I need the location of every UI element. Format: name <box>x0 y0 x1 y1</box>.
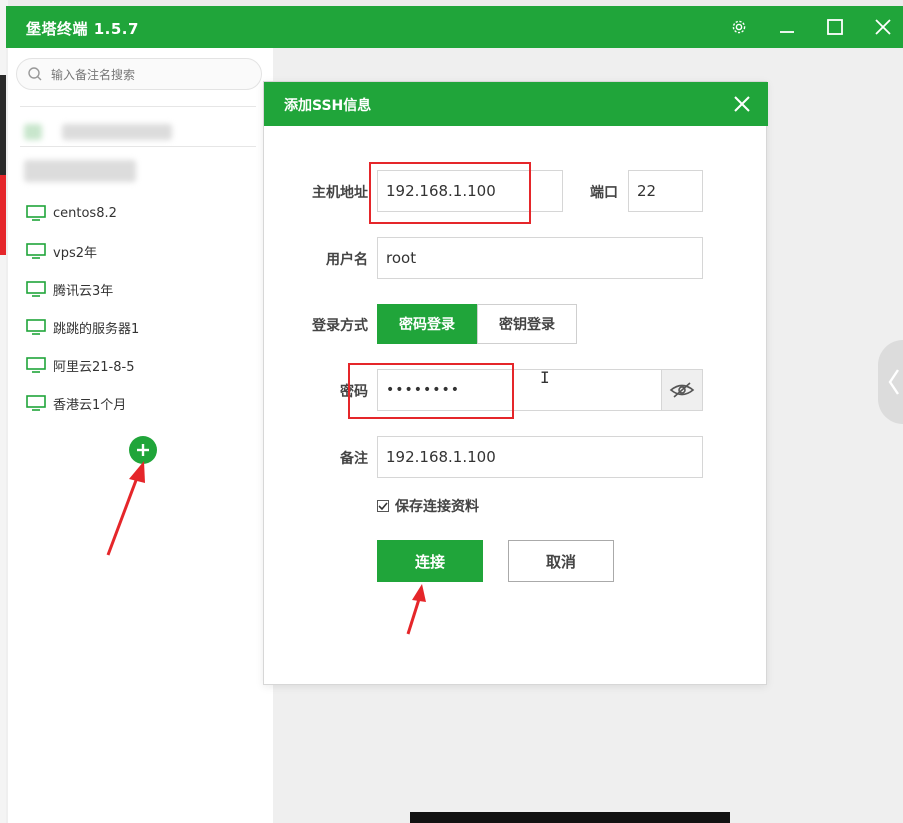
host-item[interactable]: vps2年 <box>8 232 273 270</box>
dialog-header: 添加SSH信息 <box>264 82 768 126</box>
password-input[interactable] <box>377 369 662 411</box>
gear-icon[interactable] <box>726 14 752 40</box>
search-input[interactable] <box>51 65 251 85</box>
search-icon <box>28 67 42 81</box>
toggle-visibility-button[interactable] <box>661 369 703 411</box>
password-login-button[interactable]: 密码登录 <box>377 304 477 344</box>
host-label: vps2年 <box>53 245 97 261</box>
save-connection-label: 保存连接资料 <box>395 499 479 515</box>
monitor-icon <box>26 319 46 335</box>
close-icon[interactable] <box>730 92 754 116</box>
username-input[interactable] <box>377 237 703 279</box>
login-method-toggle: 密码登录 密钥登录 <box>377 304 577 344</box>
connect-button[interactable]: 连接 <box>377 540 483 582</box>
maximize-icon[interactable] <box>822 14 848 40</box>
host-item[interactable]: 腾讯云3年 <box>8 270 273 308</box>
cancel-button[interactable]: 取消 <box>508 540 614 582</box>
monitor-icon <box>26 281 46 297</box>
port-input[interactable] <box>628 170 703 212</box>
sidebar: centos8.2 vps2年 腾讯云3年 跳跳的服务器1 阿里云21-8-5 … <box>8 48 273 823</box>
host-item[interactable]: centos8.2 <box>8 194 273 232</box>
eye-off-icon <box>669 382 695 398</box>
host-item[interactable]: 香港云1个月 <box>8 384 273 422</box>
title-bar: 堡塔终端 1.5.7 <box>6 6 903 48</box>
divider <box>20 146 256 147</box>
checkbox-box[interactable] <box>377 500 389 512</box>
chevron-left-icon <box>888 369 899 395</box>
host-address-input[interactable] <box>377 170 563 212</box>
background-window-edge <box>410 812 730 823</box>
port-label: 端口 <box>590 185 618 201</box>
dialog-title: 添加SSH信息 <box>284 98 372 114</box>
monitor-icon <box>26 205 46 221</box>
check-icon <box>378 502 388 511</box>
host-item[interactable]: 阿里云21-8-5 <box>8 346 273 384</box>
note-input[interactable] <box>377 436 703 478</box>
host-address-label: 主机地址 <box>312 185 368 201</box>
host-item[interactable]: 跳跳的服务器1 <box>8 308 273 346</box>
plus-icon <box>137 444 149 456</box>
host-label: centos8.2 <box>53 205 117 221</box>
add-host-button[interactable] <box>129 436 157 464</box>
host-label: 香港云1个月 <box>53 397 127 413</box>
side-scroll-handle[interactable] <box>878 340 903 424</box>
save-connection-checkbox[interactable]: 保存连接资料 <box>377 496 479 516</box>
username-label: 用户名 <box>326 252 368 268</box>
key-login-button[interactable]: 密钥登录 <box>477 304 577 344</box>
minimize-icon[interactable] <box>774 14 800 40</box>
divider <box>20 106 256 107</box>
host-label: 跳跳的服务器1 <box>53 321 140 337</box>
note-label: 备注 <box>340 451 368 467</box>
add-ssh-dialog: 添加SSH信息 主机地址 端口 用户名 登录方式 密码登录 密钥登录 密码 备注… <box>263 81 768 685</box>
monitor-icon <box>26 395 46 411</box>
close-icon[interactable] <box>870 14 896 40</box>
search-box[interactable] <box>16 58 262 90</box>
monitor-icon <box>26 243 46 259</box>
login-method-label: 登录方式 <box>312 318 368 334</box>
text-cursor-icon: I <box>540 368 550 387</box>
password-label: 密码 <box>340 384 368 400</box>
app-title: 堡塔终端 1.5.7 <box>26 20 139 38</box>
monitor-icon <box>26 357 46 373</box>
host-label: 阿里云21-8-5 <box>53 359 135 375</box>
host-label: 腾讯云3年 <box>53 283 114 299</box>
